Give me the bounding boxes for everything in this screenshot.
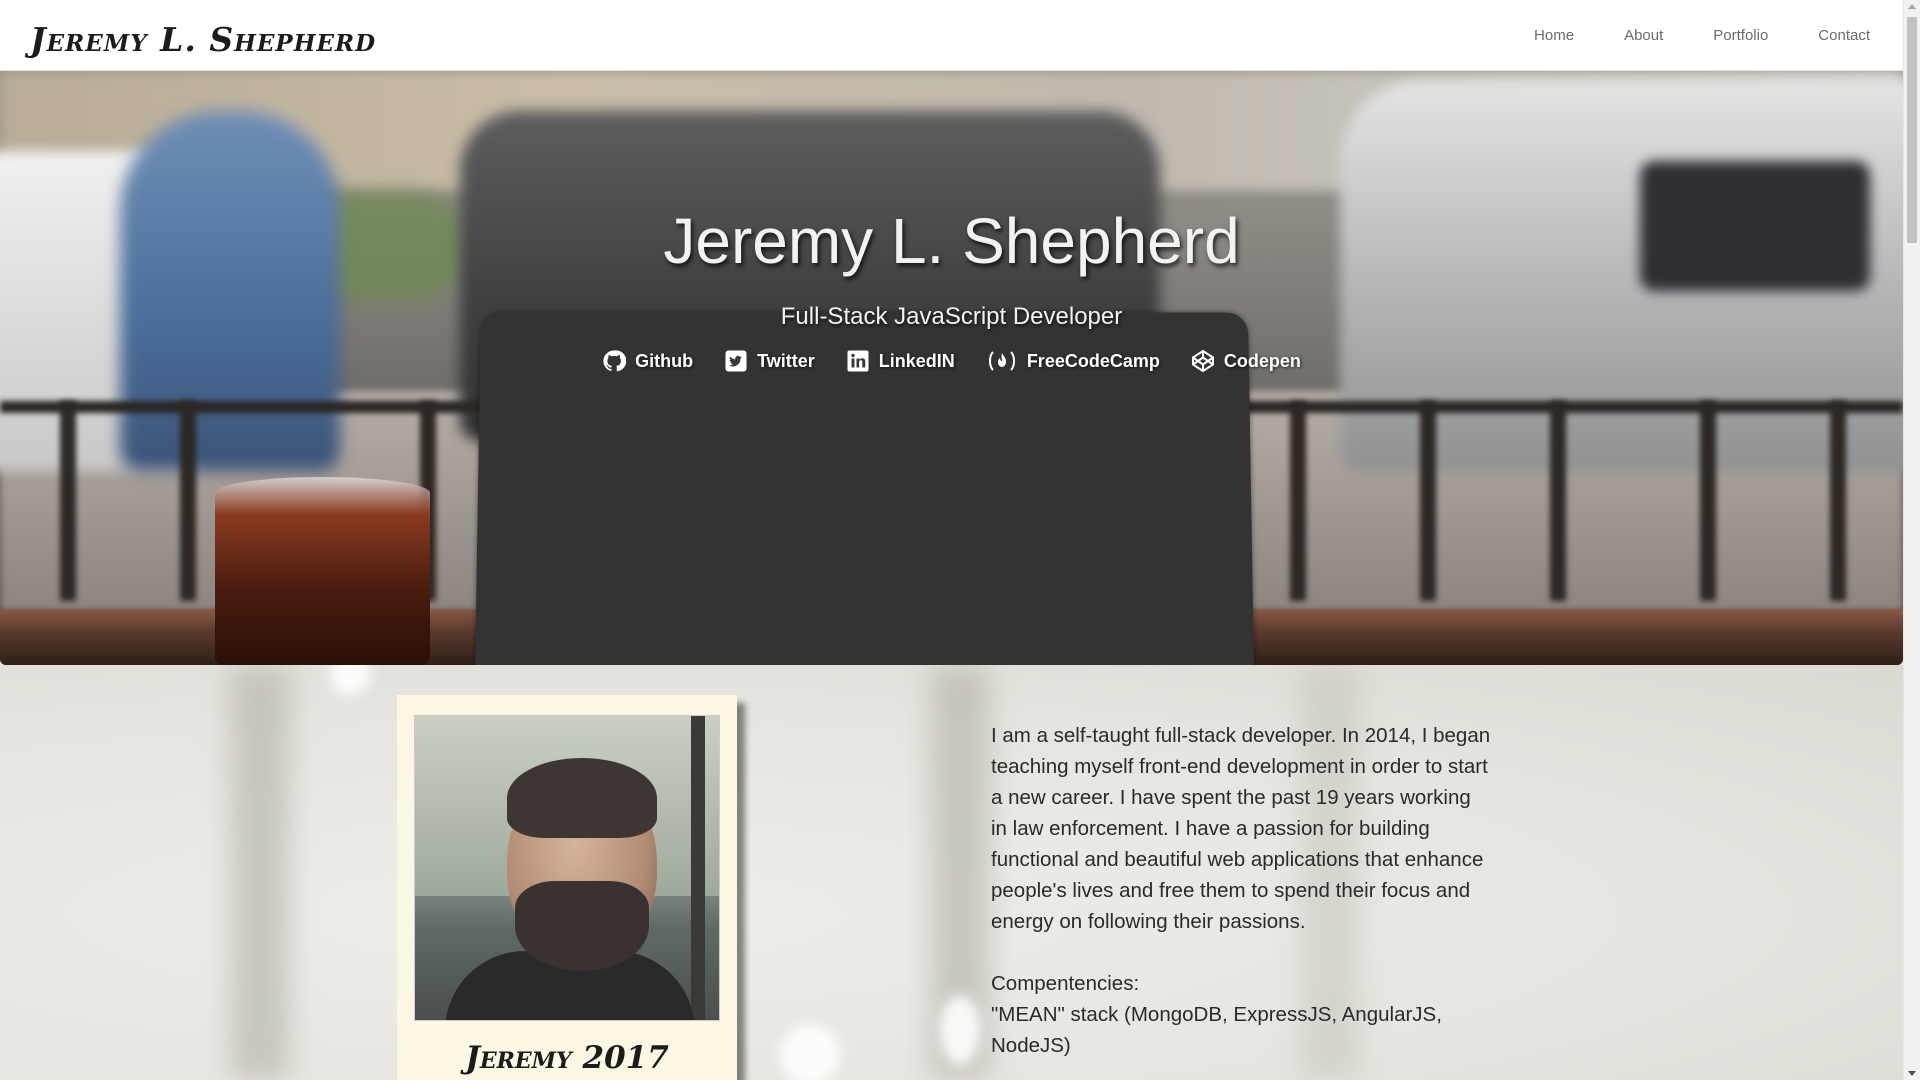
scroll-thumb[interactable] (1907, 17, 1917, 243)
social-links: Github Twitter LinkedIN FreeCodeCamp Cod… (0, 349, 1903, 373)
about-bio: I am a self-taught full-stack developer.… (991, 724, 1491, 933)
twitter-icon (725, 350, 747, 372)
photo-caption: Jeremy 2017 (465, 1040, 669, 1076)
hero-section: Jeremy L. Shepherd Full-Stack JavaScript… (0, 71, 1903, 665)
social-link-freecodecamp[interactable]: FreeCodeCamp (986, 349, 1160, 373)
github-icon (603, 350, 627, 372)
social-link-label: FreeCodeCamp (1026, 350, 1160, 371)
scroll-down-arrow-icon[interactable] (1908, 1071, 1916, 1076)
scroll-up-arrow-icon[interactable] (1908, 4, 1916, 9)
hero-content: Jeremy L. Shepherd Full-Stack JavaScript… (0, 71, 1903, 665)
nav-item-about[interactable]: About (1599, 27, 1688, 44)
freecodecamp-icon (988, 351, 1015, 371)
linkedin-icon (847, 350, 869, 372)
nav-item-contact[interactable]: Contact (1793, 27, 1895, 44)
profile-polaroid: Jeremy 2017 (397, 695, 737, 1080)
competencies-item: "MEAN" stack (MongoDB, ExpressJS, Angula… (991, 1003, 1442, 1057)
competencies-heading: Compentencies: (991, 972, 1140, 995)
about-background (0, 665, 1903, 1080)
profile-photo (414, 715, 720, 1021)
nav-item-portfolio[interactable]: Portfolio (1688, 27, 1793, 44)
social-link-label: Twitter (757, 350, 815, 371)
page-scrollbar[interactable] (1903, 0, 1920, 1080)
hero-title: Jeremy L. Shepherd (663, 205, 1240, 277)
social-link-codepen[interactable]: Codepen (1191, 349, 1301, 373)
social-link-linkedin[interactable]: LinkedIN (846, 349, 955, 373)
social-link-label: Codepen (1223, 350, 1301, 371)
codepen-icon (1191, 350, 1214, 372)
nav-menu: Home About Portfolio Contact (1509, 0, 1895, 71)
background-blur (230, 665, 290, 1080)
nav-item-home[interactable]: Home (1509, 27, 1599, 44)
social-link-twitter[interactable]: Twitter (724, 349, 815, 373)
navbar: Jeremy L. Shepherd Home About Portfolio … (0, 0, 1903, 71)
social-link-label: Github (635, 350, 694, 371)
background-blur (780, 1025, 840, 1080)
background-blur (330, 665, 370, 695)
background-blur (940, 995, 980, 1065)
social-link-github[interactable]: Github (602, 349, 693, 373)
social-link-label: LinkedIN (878, 350, 955, 371)
hero-subtitle: Full-Stack JavaScript Developer (780, 303, 1123, 330)
about-text: I am a self-taught full-stack developer.… (991, 720, 1491, 1061)
brand-logo[interactable]: Jeremy L. Shepherd (30, 20, 376, 59)
